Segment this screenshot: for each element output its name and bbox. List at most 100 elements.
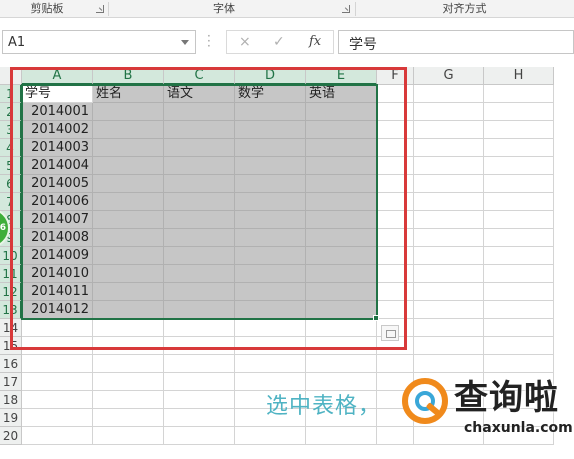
cell-c6[interactable] [164, 175, 235, 193]
cell-e8[interactable] [306, 211, 377, 229]
cell-d16[interactable] [235, 355, 306, 373]
cell-c14[interactable] [164, 319, 235, 337]
column-header-g[interactable]: G [414, 67, 484, 85]
cell-a4[interactable]: 2014003 [22, 139, 93, 157]
cell-h13[interactable] [484, 301, 554, 319]
cell-d11[interactable] [235, 265, 306, 283]
cell-h7[interactable] [484, 193, 554, 211]
insert-function-icon[interactable]: fx [309, 34, 321, 49]
cell-g1[interactable] [414, 85, 484, 103]
cell-b11[interactable] [93, 265, 164, 283]
cell-e12[interactable] [306, 283, 377, 301]
cell-f5[interactable] [377, 157, 414, 175]
cell-c9[interactable] [164, 229, 235, 247]
cell-a14[interactable] [22, 319, 93, 337]
cell-a2[interactable]: 2014001 [22, 103, 93, 121]
cell-c15[interactable] [164, 337, 235, 355]
cell-b15[interactable] [93, 337, 164, 355]
cell-h4[interactable] [484, 139, 554, 157]
cell-e2[interactable] [306, 103, 377, 121]
cell-a10[interactable]: 2014009 [22, 247, 93, 265]
cell-a5[interactable]: 2014004 [22, 157, 93, 175]
cell-d7[interactable] [235, 193, 306, 211]
cell-d5[interactable] [235, 157, 306, 175]
cell-d4[interactable] [235, 139, 306, 157]
row-header-3[interactable]: 3 [0, 121, 22, 139]
column-header-h[interactable]: H [484, 67, 554, 85]
row-header-6[interactable]: 6 [0, 175, 22, 193]
cell-a8[interactable]: 2014007 [22, 211, 93, 229]
cell-c5[interactable] [164, 157, 235, 175]
cell-e3[interactable] [306, 121, 377, 139]
select-all-corner[interactable] [0, 67, 22, 85]
cell-b1[interactable]: 姓名 [93, 85, 164, 103]
cell-c2[interactable] [164, 103, 235, 121]
column-header-f[interactable]: F [377, 67, 414, 85]
row-header-5[interactable]: 5 [0, 157, 22, 175]
cell-h2[interactable] [484, 103, 554, 121]
cell-d8[interactable] [235, 211, 306, 229]
cell-h5[interactable] [484, 157, 554, 175]
cell-f1[interactable] [377, 85, 414, 103]
cell-a3[interactable]: 2014002 [22, 121, 93, 139]
cell-b2[interactable] [93, 103, 164, 121]
cell-f6[interactable] [377, 175, 414, 193]
cell-a18[interactable] [22, 391, 93, 409]
cell-h9[interactable] [484, 229, 554, 247]
cell-e20[interactable] [306, 427, 377, 445]
cell-e14[interactable] [306, 319, 377, 337]
cell-e10[interactable] [306, 247, 377, 265]
cell-b8[interactable] [93, 211, 164, 229]
row-header-13[interactable]: 13 [0, 301, 22, 319]
cell-b17[interactable] [93, 373, 164, 391]
cell-a20[interactable] [22, 427, 93, 445]
cell-g5[interactable] [414, 157, 484, 175]
cell-e13[interactable] [306, 301, 377, 319]
cell-e11[interactable] [306, 265, 377, 283]
cell-d12[interactable] [235, 283, 306, 301]
cell-g8[interactable] [414, 211, 484, 229]
cell-h15[interactable] [484, 337, 554, 355]
cell-d15[interactable] [235, 337, 306, 355]
cell-b18[interactable] [93, 391, 164, 409]
cell-a16[interactable] [22, 355, 93, 373]
cell-g13[interactable] [414, 301, 484, 319]
cell-d14[interactable] [235, 319, 306, 337]
cell-b19[interactable] [93, 409, 164, 427]
row-header-20[interactable]: 20 [0, 427, 22, 445]
fill-handle[interactable] [373, 315, 379, 321]
cell-h6[interactable] [484, 175, 554, 193]
row-header-18[interactable]: 18 [0, 391, 22, 409]
cell-b16[interactable] [93, 355, 164, 373]
cell-f3[interactable] [377, 121, 414, 139]
cell-e6[interactable] [306, 175, 377, 193]
cell-c19[interactable] [164, 409, 235, 427]
cell-f8[interactable] [377, 211, 414, 229]
cell-a15[interactable] [22, 337, 93, 355]
cell-b7[interactable] [93, 193, 164, 211]
cell-g4[interactable] [414, 139, 484, 157]
cell-f11[interactable] [377, 265, 414, 283]
cell-f13[interactable] [377, 301, 414, 319]
cell-g14[interactable] [414, 319, 484, 337]
cell-e9[interactable] [306, 229, 377, 247]
enter-icon[interactable]: ✓ [273, 34, 285, 50]
row-header-4[interactable]: 4 [0, 139, 22, 157]
cell-c3[interactable] [164, 121, 235, 139]
cell-c17[interactable] [164, 373, 235, 391]
cell-d1[interactable]: 数学 [235, 85, 306, 103]
chevron-down-icon[interactable] [181, 40, 189, 45]
cell-h8[interactable] [484, 211, 554, 229]
row-header-12[interactable]: 12 [0, 283, 22, 301]
cell-b9[interactable] [93, 229, 164, 247]
row-header-16[interactable]: 16 [0, 355, 22, 373]
cell-b12[interactable] [93, 283, 164, 301]
row-header-1[interactable]: 1 [0, 85, 22, 103]
font-dialog-launcher-icon[interactable] [342, 5, 350, 13]
row-header-17[interactable]: 17 [0, 373, 22, 391]
cell-a11[interactable]: 2014010 [22, 265, 93, 283]
cell-e4[interactable] [306, 139, 377, 157]
row-header-10[interactable]: 10 [0, 247, 22, 265]
cell-g12[interactable] [414, 283, 484, 301]
cell-b4[interactable] [93, 139, 164, 157]
